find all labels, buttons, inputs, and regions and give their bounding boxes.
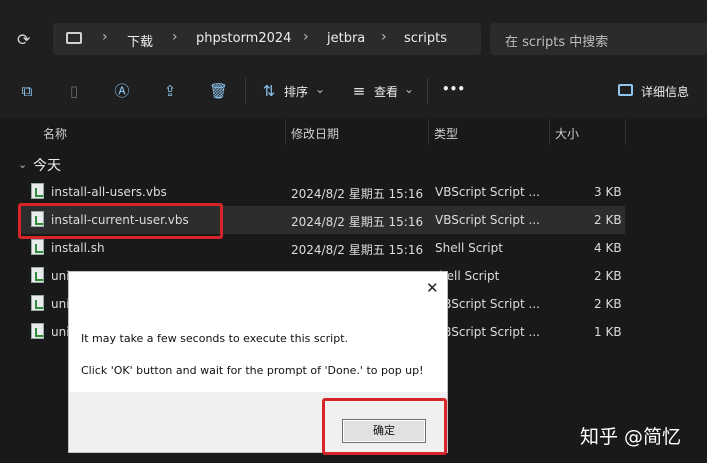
file-date: 2024/8/2 星期五 15:16: [291, 187, 424, 201]
search-placeholder: 在 scripts 中搜索: [505, 35, 609, 50]
chevron-down-icon: ⌄: [315, 82, 326, 96]
watermark: 知乎 @简忆: [580, 426, 682, 448]
rename-icon[interactable]: Ⓐ: [113, 82, 131, 100]
shell-file-icon: [31, 267, 44, 283]
column-divider[interactable]: [549, 119, 550, 145]
chevron-right-icon: ›: [102, 29, 108, 45]
view-icon[interactable]: ≡: [350, 82, 368, 100]
file-name[interactable]: install-all-users.vbs: [51, 185, 167, 199]
column-divider[interactable]: [428, 119, 429, 145]
share-icon[interactable]: ⇪: [161, 82, 179, 100]
vbs-file-icon: [31, 183, 44, 199]
column-header-type[interactable]: 类型: [434, 125, 458, 142]
file-size: 4 KB: [594, 241, 622, 255]
file-size: 3 KB: [594, 185, 622, 199]
delete-icon[interactable]: 🗑: [209, 82, 228, 100]
column-header-size[interactable]: 大小: [555, 125, 579, 142]
file-date: 2024/8/2 星期五 15:16: [291, 243, 424, 257]
file-type: VBScript Script ...: [435, 325, 540, 339]
view-button[interactable]: 查看: [374, 83, 398, 100]
column-header-name[interactable]: 名称: [43, 125, 67, 142]
more-options-button[interactable]: •••: [442, 82, 465, 96]
file-size: 2 KB: [594, 213, 622, 227]
sort-button[interactable]: 排序: [284, 83, 308, 100]
shell-file-icon: [31, 239, 44, 255]
sort-icon[interactable]: ⇅: [260, 82, 278, 100]
refresh-icon[interactable]: ⟳: [17, 32, 30, 48]
file-name[interactable]: uni: [51, 325, 70, 339]
breadcrumb-item[interactable]: phpstorm2024: [196, 31, 291, 46]
details-pane-icon[interactable]: [618, 84, 633, 96]
file-type: Shell Script: [435, 241, 503, 255]
file-name[interactable]: uni: [51, 297, 70, 311]
highlight-box: [322, 398, 447, 455]
breadcrumb-item[interactable]: scripts: [404, 31, 447, 46]
paste-icon[interactable]: ▯: [65, 82, 83, 100]
chevron-right-icon: ›: [303, 29, 309, 45]
toolbar-divider: [427, 78, 428, 104]
close-icon[interactable]: ✕: [426, 279, 439, 297]
file-type: VBScript Script ...: [435, 185, 540, 199]
dialog-message-line-2: Click 'OK' button and wait for the promp…: [81, 364, 424, 377]
chevron-right-icon: ›: [172, 29, 178, 45]
breadcrumb-item[interactable]: jetbra: [327, 31, 365, 46]
column-header-date[interactable]: 修改日期: [291, 125, 339, 142]
copy-icon[interactable]: ⧉: [18, 82, 36, 100]
breadcrumb-item[interactable]: 下载: [127, 31, 153, 50]
file-size: 1 KB: [594, 325, 622, 339]
file-type: VBScript Script ...: [435, 297, 540, 311]
chevron-right-icon: ›: [381, 29, 387, 45]
chevron-down-icon[interactable]: ⌄: [18, 158, 27, 171]
computer-icon[interactable]: [66, 32, 82, 44]
column-divider[interactable]: [625, 119, 626, 145]
file-type: VBScript Script ...: [435, 213, 540, 227]
dialog-message-line-1: It may take a few seconds to execute thi…: [81, 332, 349, 345]
file-name[interactable]: uni: [51, 269, 70, 283]
column-divider[interactable]: [285, 119, 286, 145]
chevron-down-icon: ⌄: [404, 82, 415, 96]
vbs-file-icon: [31, 323, 44, 339]
dialog-title-bar[interactable]: [69, 272, 447, 302]
column-header-row: [0, 118, 707, 146]
file-type: hell Script: [439, 269, 500, 283]
group-header-today[interactable]: 今天: [33, 155, 61, 175]
file-size: 2 KB: [594, 269, 622, 283]
file-name[interactable]: install.sh: [51, 241, 105, 255]
details-button[interactable]: 详细信息: [641, 83, 689, 100]
toolbar-divider: [245, 78, 246, 104]
vbs-file-icon: [31, 295, 44, 311]
file-date: 2024/8/2 星期五 15:16: [291, 215, 424, 229]
dialog-body: [69, 302, 447, 398]
file-size: 2 KB: [594, 297, 622, 311]
